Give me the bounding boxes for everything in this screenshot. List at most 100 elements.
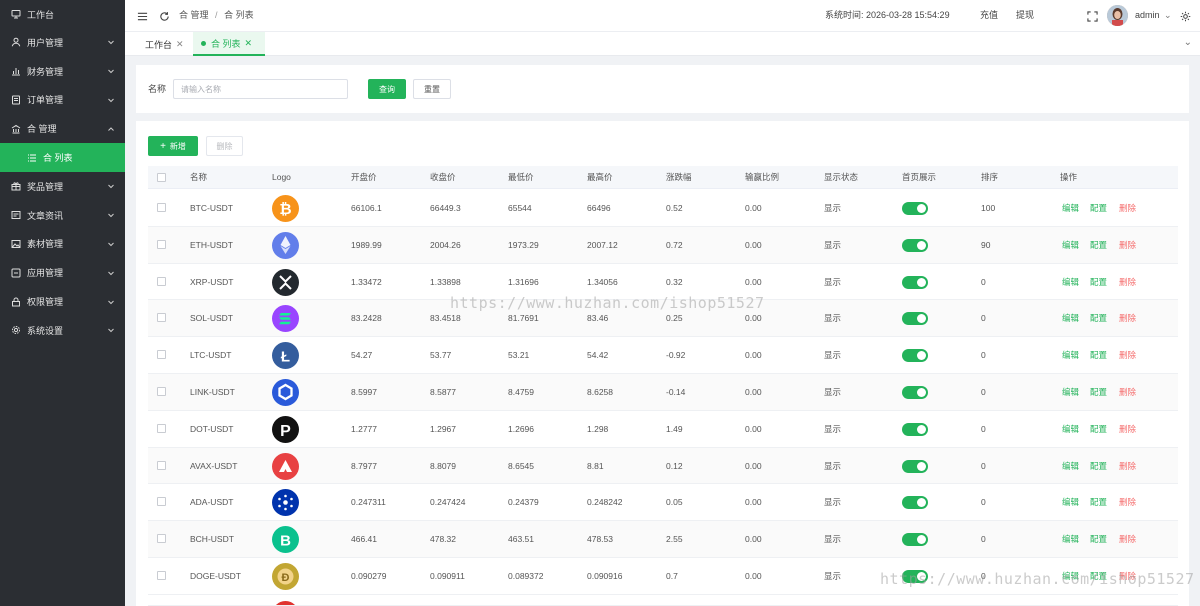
row-checkbox[interactable] [157, 276, 166, 286]
user-menu[interactable]: admin ⌄ [1135, 0, 1172, 31]
fullscreen-icon[interactable] [1086, 10, 1098, 22]
reset-button[interactable]: 重置 [413, 79, 451, 99]
edit-button[interactable]: 编辑 [1062, 448, 1079, 485]
edit-button[interactable]: 编辑 [1062, 300, 1079, 337]
sidebar-item-2[interactable]: 财务管理 [0, 57, 125, 86]
query-button[interactable]: 查询 [368, 79, 406, 99]
sidebar-item-label: 合 列表 [43, 153, 73, 164]
cell-sort: 0 [981, 534, 986, 545]
home-display-toggle[interactable] [902, 312, 928, 326]
sidebar-item-7[interactable]: 文章资讯 [0, 201, 125, 230]
home-display-toggle[interactable] [902, 496, 928, 510]
cell-status: 显示 [824, 239, 842, 250]
config-button[interactable]: 配置 [1090, 190, 1107, 227]
sidebar-item-label: 合 管理 [27, 124, 57, 135]
cell-change: 1.49 [666, 423, 683, 434]
edit-button[interactable]: 编辑 [1062, 521, 1079, 558]
recharge-link[interactable]: 充值 [980, 0, 998, 31]
close-icon[interactable]: ✕ [176, 39, 184, 50]
delete-button[interactable]: 删除 [1119, 374, 1136, 411]
home-display-toggle[interactable] [902, 349, 928, 363]
delete-button[interactable]: 删除 [1119, 484, 1136, 521]
row-checkbox[interactable] [157, 423, 166, 433]
edit-button[interactable]: 编辑 [1062, 227, 1079, 264]
chevron-down-icon [107, 298, 115, 306]
sidebar-item-9[interactable]: 应用管理 [0, 258, 125, 287]
edit-button[interactable]: 编辑 [1062, 374, 1079, 411]
cell-ratio: 0.00 [745, 350, 762, 361]
config-button[interactable]: 配置 [1090, 374, 1107, 411]
refresh-icon[interactable] [158, 10, 170, 22]
edit-button[interactable]: 编辑 [1062, 190, 1079, 227]
home-display-toggle[interactable] [902, 422, 928, 436]
config-button[interactable]: 配置 [1090, 264, 1107, 301]
row-checkbox[interactable] [157, 350, 166, 360]
row-checkbox[interactable] [157, 239, 166, 249]
config-button[interactable]: 配置 [1090, 337, 1107, 374]
batch-delete-button[interactable]: 删除 [206, 136, 243, 156]
settings-gear-icon[interactable] [1179, 10, 1191, 22]
sidebar-item-5[interactable]: 合 列表 [0, 143, 125, 172]
cell-high: 478.53 [587, 534, 613, 545]
table-row: LTC-USDT Ł 54.27 53.77 53.21 54.42 -0.92 0.00 显示… [148, 337, 1178, 374]
sidebar-item-10[interactable]: 权限管理 [0, 287, 125, 316]
row-checkbox[interactable] [157, 571, 166, 580]
home-display-toggle[interactable] [902, 275, 928, 289]
config-button[interactable]: 配置 [1090, 448, 1107, 485]
cell-ratio: 0.00 [745, 387, 762, 397]
cell-sort: 90 [981, 239, 991, 250]
row-checkbox[interactable] [157, 203, 166, 212]
config-button[interactable]: 配置 [1090, 411, 1107, 448]
withdraw-link[interactable]: 提现 [1016, 0, 1034, 31]
delete-button[interactable]: 删除 [1119, 521, 1136, 558]
select-all-checkbox[interactable] [157, 173, 166, 182]
row-checkbox[interactable] [157, 497, 166, 507]
home-display-toggle[interactable] [902, 238, 928, 252]
home-display-toggle[interactable] [902, 533, 928, 547]
config-button[interactable]: 配置 [1090, 227, 1107, 264]
chevron-down-icon [107, 182, 115, 190]
edit-button[interactable]: 编辑 [1062, 337, 1079, 374]
delete-button[interactable]: 删除 [1119, 264, 1136, 301]
config-button[interactable]: 配置 [1090, 300, 1107, 337]
cell-ratio: 0.00 [745, 423, 762, 434]
breadcrumb-item-parent[interactable]: 合 管理 [179, 10, 209, 20]
name-search-input[interactable]: 请输入名称 [173, 79, 348, 99]
row-checkbox[interactable] [157, 387, 166, 396]
tab-workbench[interactable]: 工作台 ✕ [137, 32, 192, 56]
sidebar-item-0[interactable]: 工作台 [0, 0, 125, 28]
menu-fold-icon[interactable] [136, 10, 148, 22]
sidebar-item-3[interactable]: 订单管理 [0, 86, 125, 115]
tab-contract-list[interactable]: 合 列表 ✕ [193, 32, 265, 56]
delete-button[interactable]: 删除 [1119, 227, 1136, 264]
delete-button[interactable]: 删除 [1119, 411, 1136, 448]
home-display-toggle[interactable] [902, 202, 928, 215]
row-checkbox[interactable] [157, 313, 166, 323]
sidebar-item-11[interactable]: 系统设置 [0, 316, 125, 345]
row-checkbox[interactable] [157, 534, 166, 544]
ltc-logo-icon: Ł [272, 342, 299, 370]
delete-button[interactable]: 删除 [1119, 190, 1136, 227]
user-avatar[interactable] [1107, 5, 1128, 26]
sidebar-item-4[interactable]: 合 管理 [0, 114, 125, 143]
delete-button[interactable]: 删除 [1119, 448, 1136, 485]
cell-sort: 100 [981, 203, 996, 213]
cell-sort: 0 [981, 276, 986, 287]
sidebar-item-6[interactable]: 奖品管理 [0, 172, 125, 201]
sidebar-item-8[interactable]: 素材管理 [0, 230, 125, 259]
home-display-toggle[interactable] [902, 459, 928, 473]
delete-button[interactable]: 删除 [1119, 300, 1136, 337]
edit-button[interactable]: 编辑 [1062, 411, 1079, 448]
delete-button[interactable]: 删除 [1119, 337, 1136, 374]
row-checkbox[interactable] [157, 460, 166, 470]
cell-name: DOT-USDT [190, 423, 234, 434]
chevron-down-icon[interactable]: ⌄ [1184, 37, 1192, 48]
edit-button[interactable]: 编辑 [1062, 484, 1079, 521]
close-icon[interactable]: ✕ [245, 38, 253, 49]
home-display-toggle[interactable] [902, 386, 928, 399]
sidebar-item-1[interactable]: 用户管理 [0, 28, 125, 57]
add-button[interactable]: + 新增 [148, 136, 198, 156]
config-button[interactable]: 配置 [1090, 484, 1107, 521]
edit-button[interactable]: 编辑 [1062, 264, 1079, 301]
config-button[interactable]: 配置 [1090, 521, 1107, 558]
